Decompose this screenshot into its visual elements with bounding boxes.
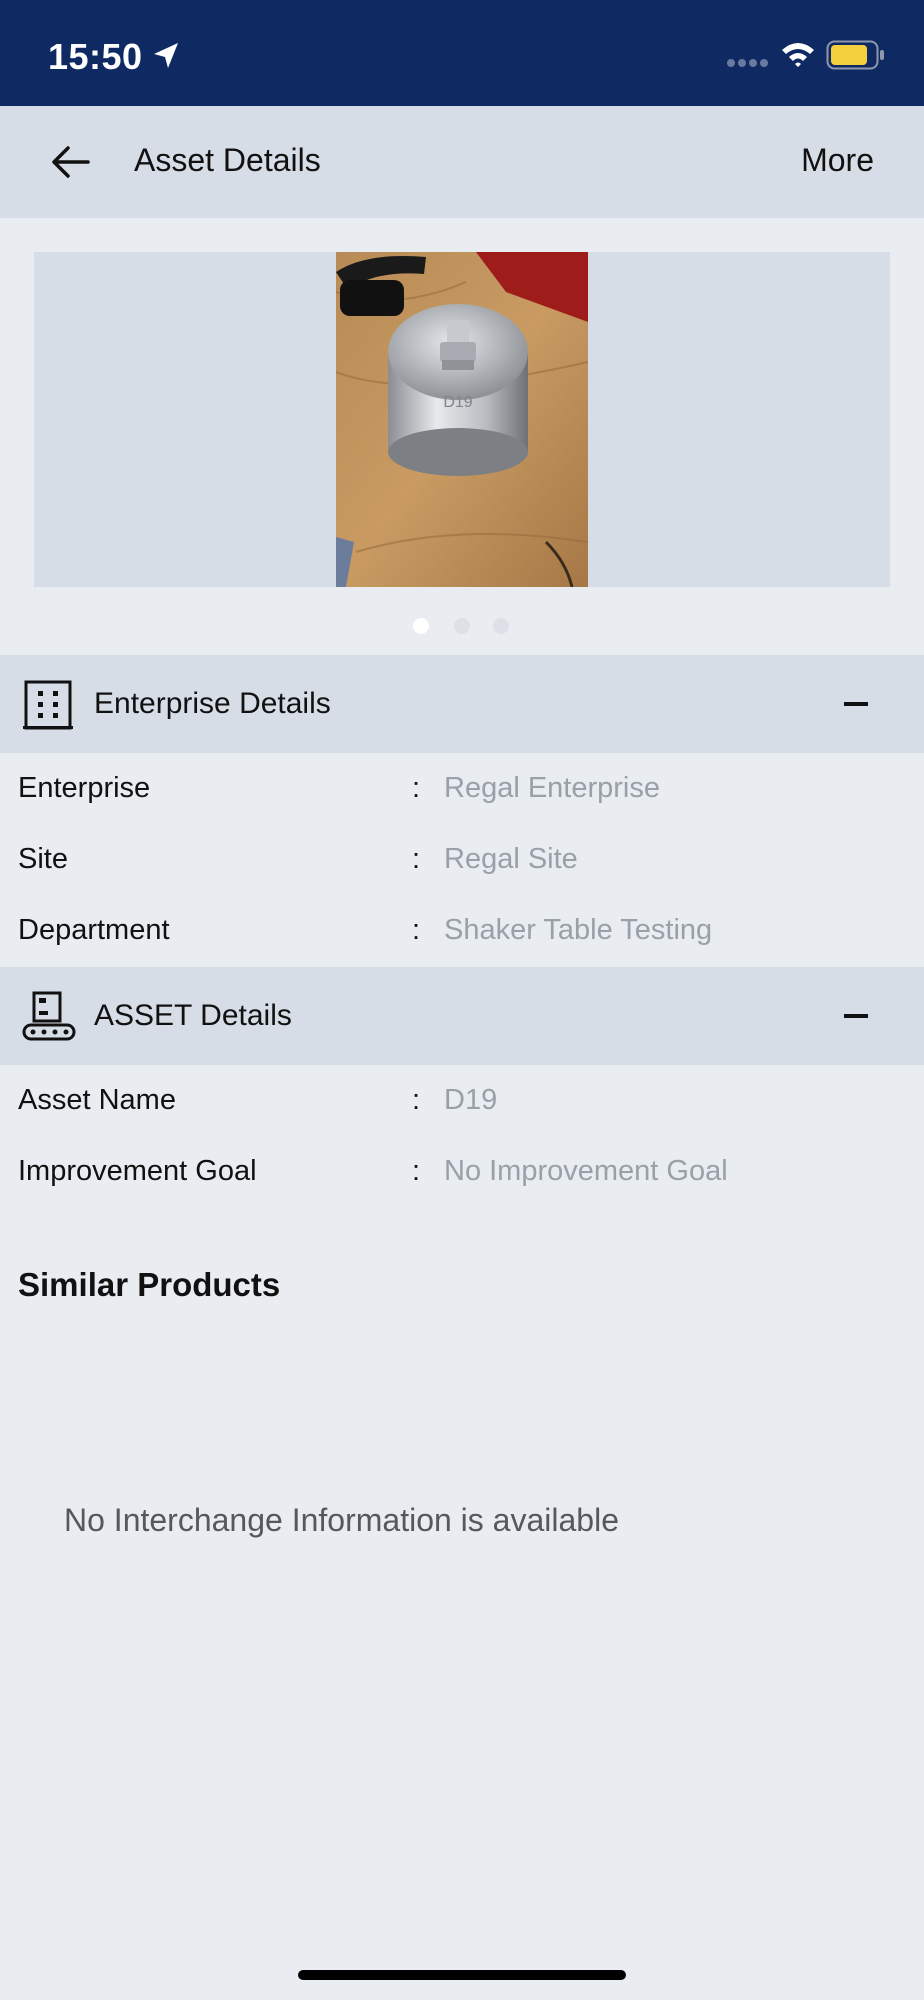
collapse-minus-icon[interactable]: [844, 1014, 868, 1018]
pagination-dot-1[interactable]: [413, 618, 429, 634]
site-value: Regal Site: [444, 843, 578, 875]
separator-colon: :: [412, 914, 421, 946]
improvement-goal-label: Improvement Goal: [18, 1155, 257, 1187]
home-indicator[interactable]: [298, 1970, 626, 1980]
back-arrow-icon[interactable]: [48, 140, 92, 184]
collapse-minus-icon[interactable]: [844, 702, 868, 706]
empty-state-message: No Interchange Information is available: [64, 1502, 619, 1538]
location-arrow-icon: [154, 43, 178, 68]
department-label: Department: [18, 914, 170, 946]
separator-colon: :: [412, 843, 421, 875]
battery-icon: [826, 40, 884, 70]
carousel-pagination[interactable]: [0, 618, 924, 638]
cellular-signal-icon: [727, 59, 768, 67]
department-value: Shaker Table Testing: [444, 914, 713, 946]
wifi-icon: [782, 43, 814, 67]
enterprise-section-header[interactable]: Enterprise Details: [0, 655, 924, 753]
building-icon: [23, 680, 73, 730]
asset-name-label: Asset Name: [18, 1084, 176, 1116]
asset-name-value: D19: [444, 1084, 498, 1116]
similar-products-title: Similar Products: [18, 1266, 281, 1303]
conveyor-asset-icon: [22, 991, 76, 1041]
enterprise-section-title: Enterprise Details: [94, 687, 331, 720]
improvement-goal-value: No Improvement Goal: [444, 1155, 728, 1187]
asset-photo[interactable]: D19: [336, 252, 588, 587]
enterprise-value: Regal Enterprise: [444, 772, 660, 804]
photo-engraving: D19: [443, 394, 472, 411]
pagination-dot-3[interactable]: [493, 618, 509, 634]
page-title: Asset Details: [134, 142, 321, 178]
separator-colon: :: [412, 1084, 421, 1116]
asset-section-header[interactable]: ASSET Details: [0, 967, 924, 1065]
status-bar: 15:50: [0, 0, 924, 106]
separator-colon: :: [412, 772, 421, 804]
pagination-dot-2[interactable]: [454, 618, 470, 634]
separator-colon: :: [412, 1155, 421, 1187]
site-label: Site: [18, 843, 68, 875]
asset-section-title: ASSET Details: [94, 999, 292, 1032]
more-button[interactable]: More: [801, 142, 874, 179]
status-time: 15:50: [48, 36, 143, 77]
enterprise-label: Enterprise: [18, 772, 151, 804]
